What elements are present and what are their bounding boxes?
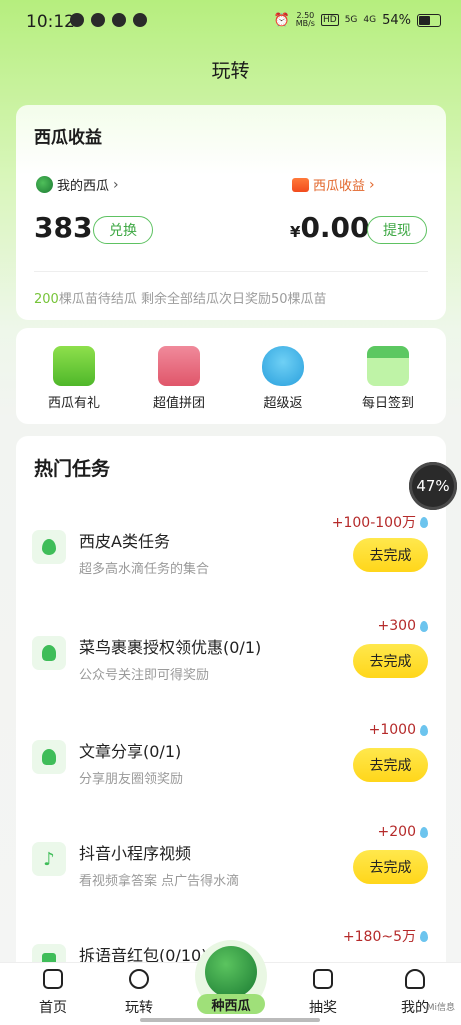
task-subtitle: 公众号关注即可得奖励 xyxy=(79,668,210,683)
complete-task-button[interactable]: 去完成 xyxy=(353,538,428,572)
my-melons-link[interactable]: 我的西瓜 › xyxy=(36,175,119,194)
nav-play[interactable]: 玩转 xyxy=(104,969,174,1017)
entry-melon-gift[interactable]: 西瓜有礼 xyxy=(29,346,119,411)
user-add-icon xyxy=(32,636,66,670)
water-drop-hand-icon xyxy=(262,346,304,386)
water-drop-icon xyxy=(420,516,428,528)
battery-text: 54% xyxy=(382,12,411,28)
earnings-card-title: 西瓜收益 xyxy=(34,128,102,148)
entry-label: 西瓜有礼 xyxy=(47,396,100,411)
gift-box-icon xyxy=(313,969,333,989)
nav-home[interactable]: 首页 xyxy=(18,969,88,1017)
exchange-button[interactable]: 兑换 xyxy=(93,216,153,244)
nav-plant-melon[interactable]: 种西瓜 xyxy=(195,940,267,1014)
nav-label: 抽奖 xyxy=(309,1000,337,1016)
task-item: ♪ 抖音小程序视频 看视频拿答案 点广告得水滴 +200 去完成 xyxy=(16,824,446,914)
nav-lottery[interactable]: 抽奖 xyxy=(288,969,358,1017)
task-reward: +1000 xyxy=(369,722,428,738)
water-drop-icon xyxy=(420,620,428,632)
status-right: ⏰ 2.50 MB/s HD 5G 4G 54% xyxy=(274,12,441,28)
alarm-icon: ⏰ xyxy=(273,12,290,28)
currency-symbol: ¥ xyxy=(290,223,301,241)
task-title: 西皮A类任务 xyxy=(79,532,170,551)
progress-badge[interactable]: 47% xyxy=(409,462,457,510)
play-icon xyxy=(129,969,149,989)
app-notification-icon xyxy=(91,13,105,27)
hd-badge: HD xyxy=(320,14,339,26)
battery-icon xyxy=(417,13,441,27)
task-item: 菜鸟裹裹授权领优惠(0/1) 公众号关注即可得奖励 +300 去完成 xyxy=(16,618,446,708)
entries-card: 西瓜有礼 超值拼团 超级返 每日签到 xyxy=(16,328,446,424)
app-notification-icon xyxy=(70,13,84,27)
entry-super-rebate[interactable]: 超级返 xyxy=(238,346,328,411)
task-subtitle: 分享朋友圈领奖励 xyxy=(79,772,184,787)
shopping-bag-icon xyxy=(158,346,200,386)
page-title: 玩转 xyxy=(211,60,250,82)
task-reward: +100-100万 xyxy=(332,512,428,532)
complete-task-button[interactable]: 去完成 xyxy=(353,748,428,782)
divider xyxy=(34,271,428,272)
status-time: 10:12 xyxy=(26,12,75,32)
water-drop-icon xyxy=(32,530,66,564)
melon-icon xyxy=(36,176,53,193)
entry-daily-checkin[interactable]: 每日签到 xyxy=(343,346,433,411)
user-add-icon xyxy=(32,740,66,774)
home-indicator[interactable] xyxy=(140,1018,320,1022)
task-item: 文章分享(0/1) 分享朋友圈领奖励 +1000 去完成 xyxy=(16,722,446,812)
water-drop-icon xyxy=(420,826,428,838)
chevron-right-icon: › xyxy=(113,176,119,193)
melon-earnings-label: 西瓜收益 xyxy=(313,179,366,194)
net-speed: 2.50 MB/s xyxy=(295,11,315,28)
my-melons-label: 我的西瓜 xyxy=(57,179,110,194)
task-subtitle: 看视频拿答案 点广告得水滴 xyxy=(79,874,240,889)
tasks-title: 热门任务 xyxy=(34,458,111,480)
app-notification-icon xyxy=(133,13,147,27)
calendar-icon xyxy=(367,346,409,386)
melon-count: 383 xyxy=(34,211,93,244)
home-bag-icon xyxy=(43,969,63,989)
tiktok-icon: ♪ xyxy=(32,842,66,876)
wallet-icon xyxy=(292,177,309,192)
task-reward: +200 xyxy=(378,824,428,840)
chevron-right-icon: › xyxy=(369,176,375,193)
tasks-card: 热门任务 西皮A类任务 超多高水滴任务的集合 +100-100万 去完成 菜鸟裹… xyxy=(16,436,446,996)
nav-label: 首页 xyxy=(39,1000,67,1016)
earnings-card: 西瓜收益 我的西瓜 › 西瓜收益 › 383 兑换 ¥0.00 提现 200棵瓜… xyxy=(16,105,446,320)
task-title: 文章分享(0/1) xyxy=(79,742,182,761)
entry-label: 超级返 xyxy=(263,396,303,411)
watermark: Mi信息 xyxy=(426,1003,455,1013)
notification-icons xyxy=(70,13,147,27)
entry-label: 超值拼团 xyxy=(152,396,205,411)
water-drop-icon xyxy=(420,724,428,736)
complete-task-button[interactable]: 去完成 xyxy=(353,644,428,678)
gift-icon xyxy=(53,346,95,386)
signal-4g: 4G xyxy=(363,15,377,25)
tiktok-notification-icon xyxy=(112,13,126,27)
entry-label: 每日签到 xyxy=(361,396,414,411)
melon-earnings-link[interactable]: 西瓜收益 › xyxy=(292,175,375,194)
water-drop-icon xyxy=(420,930,428,942)
earnings-amount: ¥0.00 xyxy=(290,211,370,244)
seedling-hint: 200棵瓜苗待结瓜 剩余全部结瓜次日奖励50棵瓜苗 xyxy=(34,292,327,307)
task-reward: +180~5万 xyxy=(343,926,428,946)
watermelon-icon xyxy=(205,946,257,998)
task-title: 菜鸟裹裹授权领优惠(0/1) xyxy=(79,638,262,657)
withdraw-button[interactable]: 提现 xyxy=(367,216,427,244)
signal-5g: 5G xyxy=(344,15,358,25)
task-item: 西皮A类任务 超多高水滴任务的集合 +100-100万 去完成 xyxy=(16,512,446,602)
user-icon xyxy=(405,969,425,989)
nav-label: 玩转 xyxy=(125,1000,153,1016)
task-subtitle: 超多高水滴任务的集合 xyxy=(79,562,210,577)
status-bar: 10:12 ⏰ 2.50 MB/s HD 5G 4G 54% xyxy=(0,0,461,46)
task-reward: +300 xyxy=(378,618,428,634)
nav-plant-label: 种西瓜 xyxy=(197,994,265,1014)
complete-task-button[interactable]: 去完成 xyxy=(353,850,428,884)
task-title: 抖音小程序视频 xyxy=(79,844,192,863)
entry-group-buy[interactable]: 超值拼团 xyxy=(134,346,224,411)
